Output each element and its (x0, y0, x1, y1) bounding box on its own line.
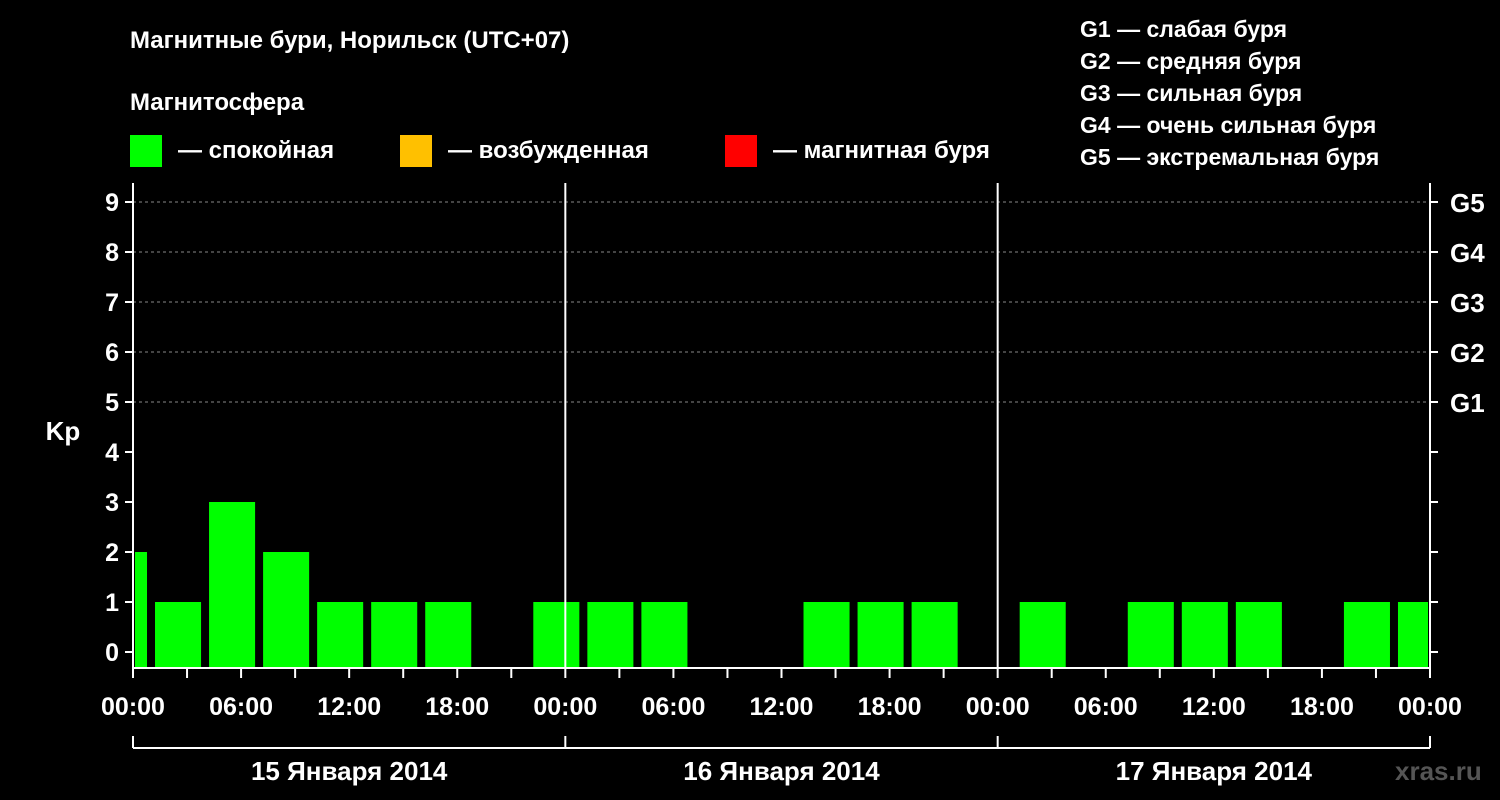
x-tick-label: 00:00 (966, 693, 1030, 721)
x-tick-label: 12:00 (750, 693, 814, 721)
g-legend-2: G2 — средняя буря (1080, 48, 1301, 74)
y-tick-label: 9 (105, 189, 119, 217)
bar (857, 602, 904, 668)
y-tick-label: 2 (105, 539, 119, 567)
x-tick-label: 18:00 (1290, 693, 1354, 721)
legend-label-calm: — спокойная (178, 137, 334, 164)
x-tick-label: 18:00 (425, 693, 489, 721)
legend-heading: Магнитосфера (130, 89, 305, 116)
bar (263, 552, 310, 668)
x-tick-label: 06:00 (641, 693, 705, 721)
day-label: 16 Января 2014 (683, 756, 880, 786)
y-tick-label: 0 (105, 639, 119, 667)
g-legend-4: G4 — очень сильная буря (1080, 112, 1376, 138)
x-tick-label: 00:00 (1398, 693, 1462, 721)
x-tick-label: 06:00 (209, 693, 273, 721)
day-label: 17 Января 2014 (1116, 756, 1313, 786)
g-level-label: G3 (1450, 288, 1485, 318)
bar (803, 602, 850, 668)
bar (911, 602, 958, 668)
g-legend-1: G1 — слабая буря (1080, 16, 1287, 42)
g-legend-5: G5 — экстремальная буря (1080, 144, 1379, 170)
legend-swatch-storm (725, 135, 757, 167)
g-legend-3: G3 — сильная буря (1080, 80, 1302, 106)
y-tick-label: 7 (105, 289, 119, 317)
g-level-label: G2 (1450, 338, 1485, 368)
x-tick-label: 00:00 (533, 693, 597, 721)
day-label: 15 Января 2014 (251, 756, 448, 786)
x-tick-label: 18:00 (858, 693, 922, 721)
bar (1397, 602, 1428, 668)
g-level-label: G5 (1450, 188, 1485, 218)
x-tick-label: 12:00 (1182, 693, 1246, 721)
x-tick-label: 12:00 (317, 693, 381, 721)
bar (1019, 602, 1066, 668)
y-tick-label: 4 (105, 439, 119, 467)
kp-chart: Магнитные бури, Норильск (UTC+07) Магнит… (46, 16, 1486, 786)
bar (1235, 602, 1282, 668)
bar (317, 602, 364, 668)
legend-label-excited: — возбужденная (448, 137, 649, 164)
watermark: xras.ru (1395, 756, 1482, 786)
y-axis-label: Kp (46, 416, 81, 446)
x-tick-label: 06:00 (1074, 693, 1138, 721)
g-level-label: G1 (1450, 388, 1485, 418)
y-tick-label: 8 (105, 239, 119, 267)
legend-swatch-excited (400, 135, 432, 167)
bar (1127, 602, 1174, 668)
legend-label-storm: — магнитная буря (773, 137, 990, 164)
y-tick-label: 1 (105, 589, 119, 617)
bar (155, 602, 202, 668)
bar (1343, 602, 1390, 668)
bar (135, 552, 148, 668)
bar (1181, 602, 1228, 668)
bar (371, 602, 418, 668)
y-tick-label: 3 (105, 489, 119, 517)
bar (587, 602, 634, 668)
chart-title: Магнитные бури, Норильск (UTC+07) (130, 27, 569, 54)
y-tick-label: 6 (105, 339, 119, 367)
x-tick-label: 00:00 (101, 693, 165, 721)
bar (425, 602, 472, 668)
legend-swatch-calm (130, 135, 162, 167)
y-tick-label: 5 (105, 389, 119, 417)
g-level-label: G4 (1450, 238, 1485, 268)
bar (641, 602, 688, 668)
bar (533, 602, 580, 668)
bar (209, 502, 256, 668)
